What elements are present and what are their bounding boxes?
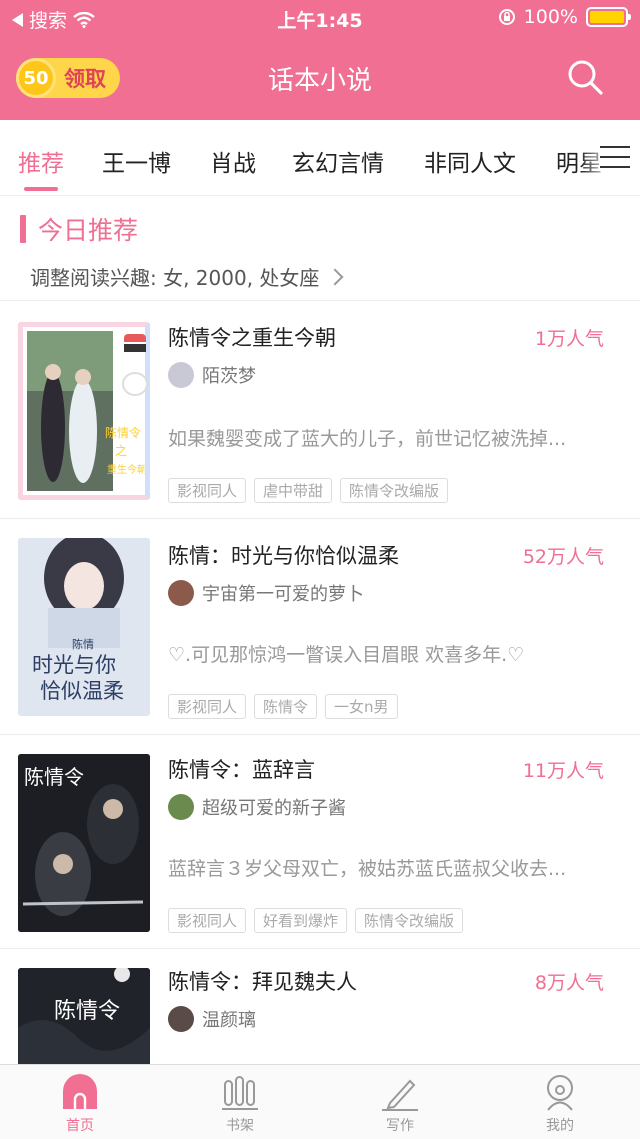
book-author[interactable]: 超级可爱的新子酱 (168, 794, 346, 820)
book-cover: 陈情 时光与你 恰似温柔 (18, 538, 150, 716)
svg-text:陈情令: 陈情令 (54, 999, 120, 1024)
tag[interactable]: 影视同人 (168, 478, 247, 503)
book-author[interactable]: 宇宙第一可爱的萝卜 (168, 580, 364, 606)
app-title: 话本小说 (267, 66, 372, 96)
book-card[interactable]: 陈情令 陈情令：蓝辞言 11万人气 超级可爱的新子酱 蓝辞言３岁父母双亡，被姑苏… (0, 734, 640, 950)
bottom-tab-label: 写作 (386, 1118, 414, 1134)
section-accent-bar (20, 215, 26, 243)
book-popularity: 8万人气 (534, 972, 604, 994)
tab-original-fiction[interactable]: 非同人文 (424, 144, 516, 178)
divider (0, 948, 640, 949)
bottom-tab-bookshelf[interactable]: 书架 (160, 1065, 320, 1139)
book-popularity: 1万人气 (534, 328, 604, 350)
cover-art: 陈情 时光与你 恰似温柔 (18, 538, 150, 716)
mascot-icon (122, 372, 148, 396)
rotation-lock-icon (498, 9, 515, 25)
book-popularity: 11万人气 (522, 760, 604, 782)
author-name: 宇宙第一可爱的萝卜 (202, 584, 364, 605)
book-card[interactable]: 陈情令 陈情令：拜见魏夫人 8万人气 温颜璃 (0, 948, 640, 1064)
bottom-tab-write[interactable]: 写作 (320, 1065, 480, 1139)
book-cover: 陈情令 (18, 968, 150, 1064)
book-description: 蓝辞言３岁父母双亡，被姑苏蓝氏蓝叔父收去... (168, 858, 567, 880)
book-author[interactable]: 陌茨梦 (168, 362, 256, 388)
chevron-right-icon (326, 268, 344, 285)
book-card[interactable]: 陈情令 之 重生今朝 陈情令之重生今朝 1万人气 陌茨梦 如果魏婴变成了蓝大的儿… (0, 300, 640, 520)
author-name: 陌茨梦 (202, 366, 256, 387)
book-description: ♡.可见那惊鸿一瞥误入目眉眼 欢喜多年.♡ (168, 644, 525, 666)
book-description: 如果魏婴变成了蓝大的儿子，前世记忆被洗掉... (168, 428, 567, 450)
tag[interactable]: 好看到爆炸 (254, 908, 348, 933)
tag[interactable]: 陈情令改编版 (340, 478, 449, 503)
tab-recommend[interactable]: 推荐 (18, 144, 64, 178)
pen-icon (382, 1079, 418, 1111)
avatar (168, 362, 194, 388)
top-header: 搜索 上午1:45 100% 50 领取 话本小说 (0, 0, 640, 120)
category-tabs: 推荐 王一博 肖战 玄幻言情 非同人文 明星 (0, 120, 640, 196)
tag[interactable]: 陈情令改编版 (355, 908, 464, 933)
status-right: 100% (498, 6, 631, 28)
book-card[interactable]: 陈情 时光与你 恰似温柔 陈情：时光与你恰似温柔 52万人气 宇宙第一可爱的萝卜… (0, 518, 640, 736)
svg-text:陈情令: 陈情令 (105, 425, 141, 440)
tag[interactable]: 陈情令 (254, 694, 318, 719)
book-cover: 陈情令 (18, 754, 150, 932)
book-tags: 影视同人 陈情令 一女n男 (168, 694, 398, 719)
bottom-tab-label: 首页 (66, 1118, 94, 1134)
book-title[interactable]: 陈情令：拜见魏夫人 (168, 966, 357, 996)
tab-wang-yibo[interactable]: 王一博 (102, 144, 171, 178)
tab-fantasy-romance[interactable]: 玄幻言情 (292, 144, 384, 178)
bottom-tab-home[interactable]: 首页 (0, 1065, 160, 1139)
avatar (168, 1006, 194, 1032)
search-icon[interactable] (566, 58, 604, 96)
cover-art: 陈情令 之 重生今朝 (23, 327, 145, 495)
battery-icon (586, 7, 631, 27)
divider (0, 734, 640, 735)
author-name: 超级可爱的新子酱 (202, 798, 346, 819)
tag[interactable]: 影视同人 (168, 908, 247, 933)
bottom-tab-bar: 首页 书架 写作 我的 (0, 1064, 640, 1139)
tabs-menu-icon[interactable] (600, 146, 630, 172)
home-icon (63, 1074, 97, 1109)
svg-text:陈情令: 陈情令 (24, 765, 84, 789)
book-tags: 影视同人 虐中带甜 陈情令改编版 (168, 478, 449, 503)
tag[interactable]: 一女n男 (325, 694, 398, 719)
svg-text:恰似温柔: 恰似温柔 (40, 679, 124, 703)
bottom-tab-profile[interactable]: 我的 (480, 1065, 640, 1139)
cover-art: 陈情令 (18, 968, 150, 1064)
section-title: 今日推荐 (20, 214, 139, 245)
svg-text:重生今朝: 重生今朝 (107, 463, 145, 476)
svg-text:之: 之 (115, 444, 127, 458)
bottom-tab-label: 书架 (226, 1118, 254, 1134)
adjust-interest-link[interactable]: 调整阅读兴趣: 女, 2000, 处女座 (30, 262, 344, 291)
sticker-icon (124, 334, 146, 352)
book-popularity: 52万人气 (522, 546, 604, 568)
avatar (168, 580, 194, 606)
navbar: 50 领取 话本小说 (0, 36, 640, 120)
bookshelf-icon (222, 1076, 258, 1110)
bottom-tab-label: 我的 (546, 1118, 574, 1134)
book-tags: 影视同人 好看到爆炸 陈情令改编版 (168, 908, 464, 933)
divider (0, 518, 640, 519)
divider (0, 300, 640, 301)
profile-icon (547, 1075, 573, 1111)
svg-text:时光与你: 时光与你 (32, 653, 116, 677)
battery-percent: 100% (523, 6, 578, 28)
active-tab-indicator (24, 187, 58, 191)
book-author[interactable]: 温颜璃 (168, 1006, 256, 1032)
author-name: 温颜璃 (202, 1010, 256, 1031)
book-title[interactable]: 陈情令：蓝辞言 (168, 754, 315, 784)
status-bar: 搜索 上午1:45 100% (0, 0, 640, 36)
cover-art: 陈情令 (18, 754, 150, 932)
section-title-text: 今日推荐 (38, 216, 139, 245)
book-title[interactable]: 陈情令之重生今朝 (168, 322, 336, 352)
interest-text: 调整阅读兴趣: 女, 2000, 处女座 (30, 266, 320, 290)
tab-xiao-zhan[interactable]: 肖战 (210, 144, 256, 178)
tag[interactable]: 影视同人 (168, 694, 247, 719)
avatar (168, 794, 194, 820)
tag[interactable]: 虐中带甜 (254, 478, 333, 503)
svg-text:陈情: 陈情 (72, 637, 94, 651)
book-title[interactable]: 陈情：时光与你恰似温柔 (168, 540, 399, 570)
